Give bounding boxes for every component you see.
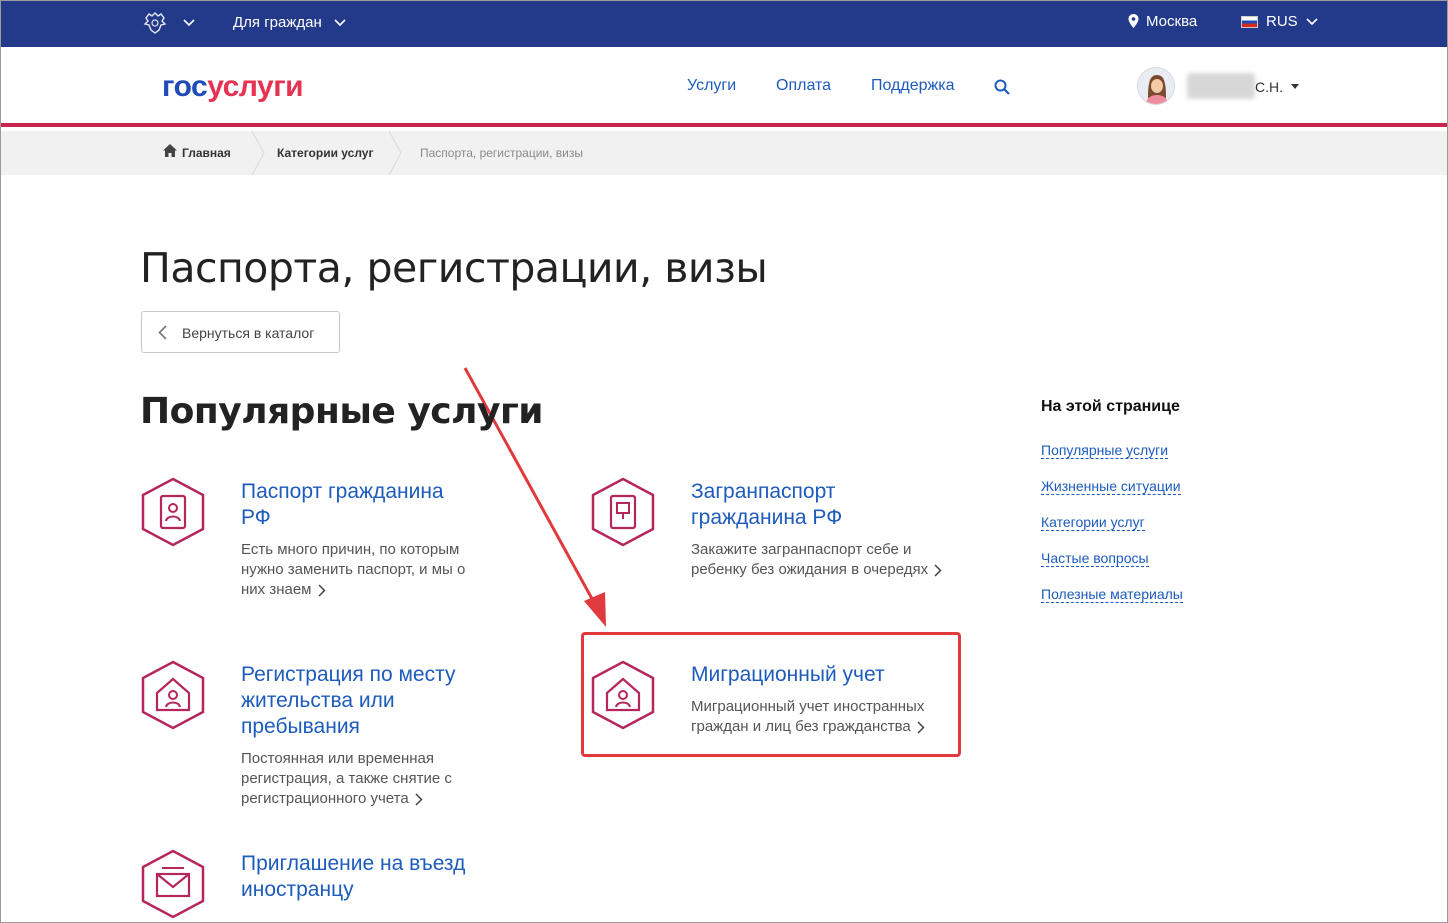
user-name-blurred [1187, 73, 1255, 99]
service-desc-passport: Есть много причин, по которым нужно заме… [241, 541, 466, 598]
nav-services[interactable]: Услуги [687, 77, 736, 95]
chevron-down-icon[interactable] [334, 19, 346, 27]
envelope-icon[interactable] [140, 849, 206, 919]
breadcrumb-separator [251, 131, 265, 175]
breadcrumb-home[interactable]: Главная [182, 146, 231, 160]
site-header: госуслуги Услуги Оплата Поддержка С.Н. [1, 47, 1447, 127]
breadcrumb-current: Паспорта, регистрации, визы [420, 146, 584, 160]
sidebar-link-faq[interactable]: Частые вопросы [1041, 550, 1149, 567]
sidebar-link-life-situations[interactable]: Жизненные ситуации [1041, 478, 1181, 495]
service-title-passport[interactable]: Паспорт гражданина РФ [241, 479, 444, 531]
home-icon[interactable] [163, 144, 177, 157]
language-label: RUS [1266, 13, 1298, 30]
service-desc-registration: Постоянная или временная регистрация, а … [241, 750, 452, 807]
breadcrumb-categories[interactable]: Категории услуг [277, 146, 373, 160]
back-to-catalog-button[interactable]: Вернуться в каталог [141, 311, 340, 353]
service-title-registration[interactable]: Регистрация по месту жительства или пребыв… [241, 662, 455, 740]
breadcrumb-separator [388, 131, 402, 175]
language-selector[interactable]: RUS [1241, 13, 1318, 30]
nav-payment[interactable]: Оплата [776, 77, 831, 95]
page-title: Паспорта, регистрации, визы [140, 244, 768, 292]
chevron-right-icon[interactable] [934, 564, 942, 577]
service-desc-foreign-passport: Закажите загранпаспорт себе и ребенку бе… [691, 540, 942, 580]
sidebar-link-categories[interactable]: Категории услуг [1041, 514, 1145, 531]
on-this-page-title: На этой странице [1041, 398, 1180, 415]
foreign-passport-icon[interactable] [590, 477, 656, 547]
chevron-left-icon [158, 325, 167, 340]
top-bar: Для граждан Москва RUS [1, 1, 1447, 47]
chevron-down-icon [1306, 17, 1318, 25]
back-button-label: Вернуться в каталог [182, 325, 315, 341]
house-person-icon[interactable] [590, 660, 656, 730]
audience-selector[interactable]: Для граждан [233, 14, 322, 31]
gosuslugi-logo[interactable]: госуслуги [162, 70, 304, 104]
chevron-right-icon[interactable] [415, 793, 423, 806]
nav-support[interactable]: Поддержка [871, 77, 954, 95]
service-title-invitation[interactable]: Приглашение на въезд иностранцу [241, 851, 465, 903]
sidebar-link-materials[interactable]: Полезные материалы [1041, 586, 1183, 603]
city-selector[interactable]: Москва [1128, 13, 1197, 30]
user-initials[interactable]: С.Н. [1255, 79, 1283, 95]
user-avatar-icon [1145, 75, 1169, 104]
city-label: Москва [1146, 13, 1198, 30]
service-title-foreign-passport[interactable]: Загранпаспорт гражданина РФ [691, 479, 842, 531]
sidebar-link-popular[interactable]: Популярные услуги [1041, 442, 1169, 459]
caret-down-icon[interactable] [1291, 84, 1299, 89]
chevron-down-icon[interactable] [183, 19, 195, 27]
house-person-icon[interactable] [140, 660, 206, 730]
chevron-right-icon[interactable] [917, 721, 925, 734]
section-title-popular: Популярные услуги [140, 391, 544, 432]
search-icon[interactable] [993, 78, 1011, 96]
russian-flag-icon [1241, 15, 1258, 28]
breadcrumb: Главная Категории услуг Паспорта, регист… [1, 131, 1447, 175]
passport-icon[interactable] [140, 477, 206, 547]
avatar[interactable] [1137, 67, 1175, 105]
chevron-right-icon[interactable] [317, 584, 326, 597]
service-desc-migration: Миграционный учет иностранных граждан и … [691, 698, 925, 735]
coat-of-arms-icon[interactable] [141, 10, 169, 36]
service-title-migration[interactable]: Миграционный учет [691, 662, 885, 688]
location-pin-icon [1128, 14, 1139, 28]
